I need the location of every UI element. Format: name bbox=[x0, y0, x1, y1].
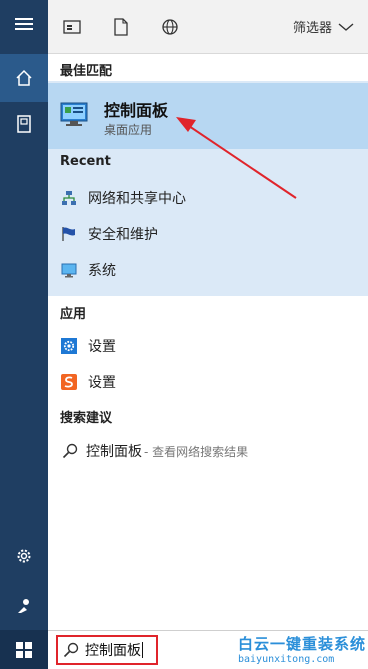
globe-icon bbox=[162, 19, 178, 35]
home-icon bbox=[16, 69, 32, 86]
home-button[interactable] bbox=[0, 54, 48, 102]
settings-gear-icon bbox=[60, 337, 78, 355]
suggestion-hint: - 查看网络搜索结果 bbox=[144, 444, 249, 459]
feedback-button[interactable] bbox=[0, 582, 48, 630]
best-match-type: 桌面应用 bbox=[104, 123, 153, 137]
search-icon bbox=[63, 642, 79, 658]
sogou-icon bbox=[60, 373, 78, 391]
best-match-item[interactable]: 控制面板 桌面应用 bbox=[48, 83, 368, 149]
filter-toolbar: 筛选器 bbox=[48, 0, 368, 54]
watermark-title: 白云一键重装系统 bbox=[238, 635, 367, 653]
app-item-label: 设置 bbox=[88, 339, 116, 355]
app-window-icon bbox=[63, 20, 81, 34]
network-icon bbox=[60, 189, 78, 207]
settings-button[interactable] bbox=[0, 532, 48, 580]
recent-item-label: 安全和维护 bbox=[88, 227, 158, 243]
app-item-label: 设置 bbox=[88, 375, 116, 391]
search-input[interactable]: 控制面板 bbox=[56, 635, 158, 665]
recent-item-network[interactable]: 网络和共享中心 bbox=[48, 180, 368, 216]
web-filter-button[interactable] bbox=[158, 15, 182, 39]
start-rail bbox=[0, 0, 48, 669]
suggestion-query: 控制面板 bbox=[86, 444, 142, 460]
control-panel-icon bbox=[60, 102, 88, 126]
search-suggestions-heading: 搜索建议 bbox=[60, 411, 113, 426]
search-icon bbox=[62, 443, 78, 459]
recent-item-security[interactable]: 安全和维护 bbox=[48, 216, 368, 252]
hamburger-menu-button[interactable] bbox=[0, 0, 48, 48]
taskbar-search-bar: 控制面板 白云一键重装系统 baiyunxitong.com bbox=[48, 630, 368, 669]
recent-item-label: 网络和共享中心 bbox=[88, 191, 186, 207]
filter-label: 筛选器 bbox=[292, 21, 332, 36]
text-cursor bbox=[142, 642, 143, 658]
recent-item-label: 系统 bbox=[88, 263, 116, 279]
flag-icon bbox=[60, 225, 78, 243]
app-item-sogou-settings[interactable]: 设置 bbox=[48, 364, 368, 400]
recent-item-system[interactable]: 系统 bbox=[48, 252, 368, 288]
watermark-url: baiyunxitong.com bbox=[238, 654, 335, 665]
apps-heading: 应用 bbox=[60, 307, 87, 322]
recent-heading: Recent bbox=[60, 154, 111, 169]
search-input-value: 控制面板 bbox=[85, 643, 141, 659]
apps-filter-button[interactable] bbox=[60, 15, 84, 39]
documents-filter-button[interactable] bbox=[109, 15, 133, 39]
notebook-button[interactable] bbox=[0, 100, 48, 148]
chevron-down-icon bbox=[338, 22, 354, 31]
windows-logo-icon bbox=[16, 641, 32, 658]
hamburger-icon bbox=[15, 18, 33, 30]
filter-dropdown[interactable]: 筛选器 bbox=[293, 17, 354, 36]
app-item-settings[interactable]: 设置 bbox=[48, 328, 368, 364]
best-match-heading: 最佳匹配 bbox=[60, 64, 113, 79]
windows-start-button[interactable] bbox=[0, 630, 48, 669]
search-results-panel: 筛选器 最佳匹配 控制面板 桌面应用 Recent 网络和共享中心 安全和维护 bbox=[48, 0, 368, 669]
monitor-icon bbox=[60, 261, 78, 279]
notebook-icon bbox=[17, 115, 31, 133]
document-icon bbox=[114, 18, 128, 36]
gear-icon bbox=[17, 549, 31, 563]
feedback-icon bbox=[18, 599, 29, 613]
web-suggestion-item[interactable]: 控制面板 - 查看网络搜索结果 bbox=[48, 434, 368, 468]
best-match-name: 控制面板 bbox=[104, 101, 169, 120]
watermark-logo: 白云一键重装系统 baiyunxitong.com bbox=[238, 633, 368, 667]
